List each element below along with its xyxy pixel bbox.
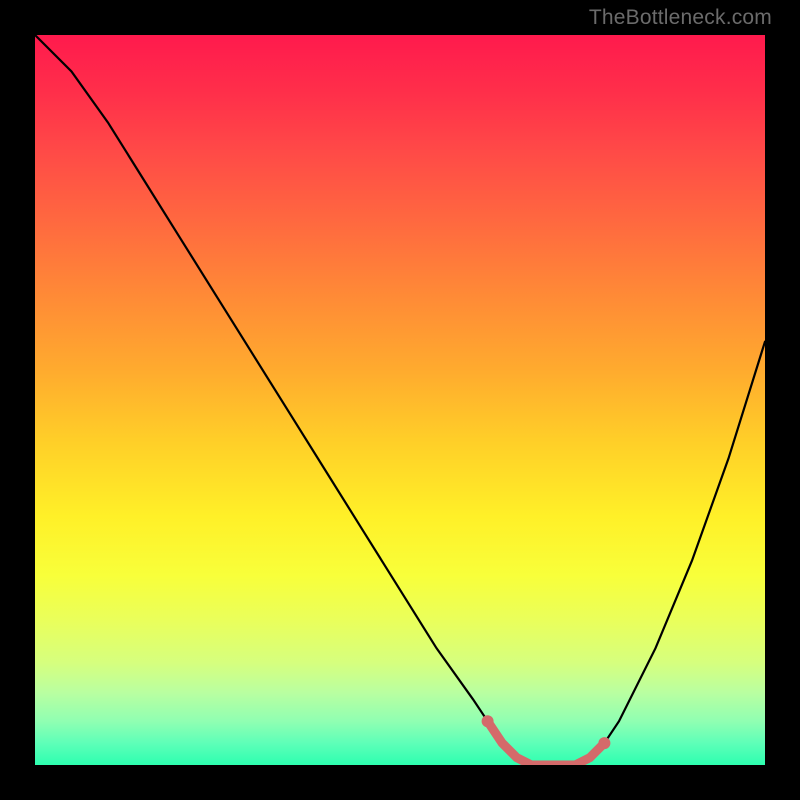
optimal-region-curve <box>488 721 605 765</box>
optimal-region-end-dot <box>598 737 610 749</box>
optimal-region-start-dot <box>482 715 494 727</box>
bottleneck-curve <box>35 35 765 765</box>
watermark-text: TheBottleneck.com <box>589 6 772 30</box>
chart-stage: TheBottleneck.com <box>0 0 800 800</box>
plot-area <box>35 35 765 765</box>
curve-layer <box>35 35 765 765</box>
